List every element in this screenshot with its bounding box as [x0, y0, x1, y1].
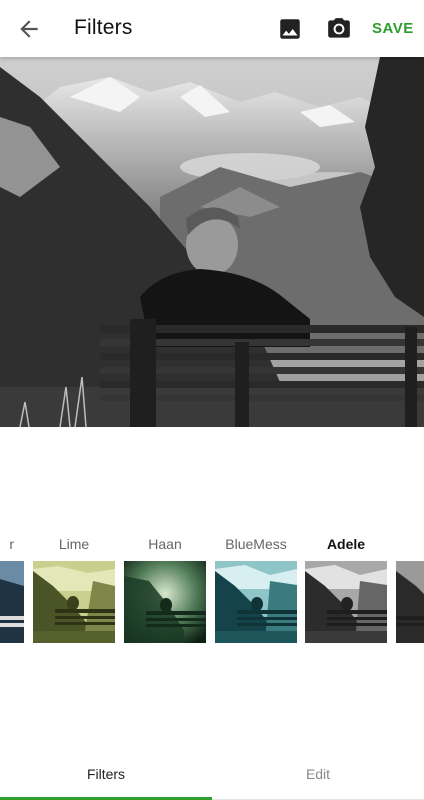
filter-thumbnail-image [215, 561, 297, 643]
filter-item-haan[interactable]: Haan [124, 535, 206, 643]
filter-thumbnail[interactable] [0, 561, 24, 643]
filter-name: Lime [58, 536, 90, 552]
filter-name [396, 535, 424, 553]
filter-item-bluemess[interactable]: BlueMess [215, 535, 297, 643]
filter-thumbnail[interactable] [305, 561, 387, 643]
filter-name: BlueMess [225, 536, 287, 552]
tab-edit[interactable]: Edit [212, 754, 424, 800]
tab-filters[interactable]: Filters [0, 754, 212, 800]
filter-name: r [9, 536, 14, 552]
filter-item-adele[interactable]: Adele [305, 535, 387, 643]
filter-thumbnail-image [124, 561, 206, 643]
camera-icon[interactable] [326, 16, 352, 42]
arrow-back-icon[interactable] [16, 16, 42, 42]
filter-thumbnail-image [0, 561, 24, 643]
filter-thumbnail[interactable] [124, 561, 206, 643]
photo-preview [0, 57, 424, 427]
page-title: Filters [74, 16, 133, 39]
filter-item-partial[interactable]: r [0, 535, 24, 643]
filter-thumbnail[interactable] [215, 561, 297, 643]
gallery-icon[interactable] [277, 16, 303, 42]
filter-name: Haan [148, 536, 182, 552]
save-button[interactable]: SAVE [372, 20, 414, 37]
filter-thumbnail-image [305, 561, 387, 643]
filter-thumbnail-image [33, 561, 115, 643]
filter-item-lime[interactable]: Lime [33, 535, 115, 643]
photo-image [0, 57, 424, 427]
filter-item-next-partial[interactable] [396, 535, 424, 643]
filter-thumbnail[interactable] [33, 561, 115, 643]
bottom-tab-bar: Filters Edit [0, 754, 424, 800]
app-bar: Filters SAVE [0, 0, 424, 57]
filter-strip[interactable]: r Lime Haan BlueMess Adele [0, 535, 424, 647]
filter-thumbnail-image [396, 561, 424, 643]
filter-thumbnail[interactable] [396, 561, 424, 643]
filter-name: Adele [326, 536, 366, 552]
